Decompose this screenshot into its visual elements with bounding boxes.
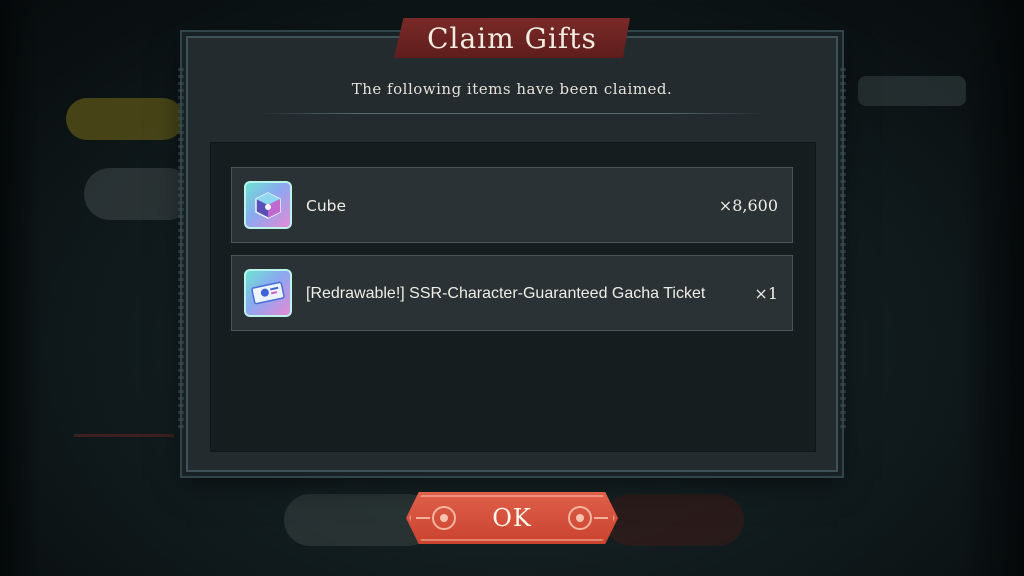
- cube-icon: [244, 181, 292, 229]
- ok-left-line: [416, 517, 430, 519]
- background-bottom-red-button: [604, 494, 744, 546]
- item-name: Cube: [306, 197, 347, 215]
- background-left-shade: [0, 0, 40, 576]
- ok-left-ornament-icon: [432, 506, 456, 530]
- item-quantity: ×1: [754, 284, 778, 303]
- item-name: [Redrawable!] SSR-Character-Guaranteed G…: [306, 285, 706, 302]
- background-right-shade: [964, 0, 1024, 576]
- ok-right-ornament-icon: [568, 506, 592, 530]
- claim-gifts-dialog: The following items have been claimed. C…: [178, 36, 846, 472]
- dialog-subtitle: The following items have been claimed.: [351, 80, 673, 98]
- list-item: Cube ×8,600: [231, 167, 793, 243]
- ok-button-label: OK: [492, 504, 532, 532]
- list-item: [Redrawable!] SSR-Character-Guaranteed G…: [231, 255, 793, 331]
- background-red-line: [74, 434, 174, 437]
- subtitle-divider: [258, 113, 766, 114]
- background-yellow-button: [66, 98, 184, 140]
- ok-right-line: [594, 517, 608, 519]
- ok-button[interactable]: OK: [406, 492, 618, 544]
- dialog-title-banner: Claim Gifts: [394, 18, 630, 58]
- game-screen: Claim Gifts The following items have bee…: [0, 0, 1024, 576]
- item-quantity: ×8,600: [718, 196, 778, 215]
- background-top-right-button: [858, 76, 966, 106]
- gacha-ticket-icon: [244, 269, 292, 317]
- dialog-title: Claim Gifts: [427, 21, 597, 55]
- claimed-items-list: Cube ×8,600 [Redrawable!] SSR-Character-…: [210, 142, 816, 452]
